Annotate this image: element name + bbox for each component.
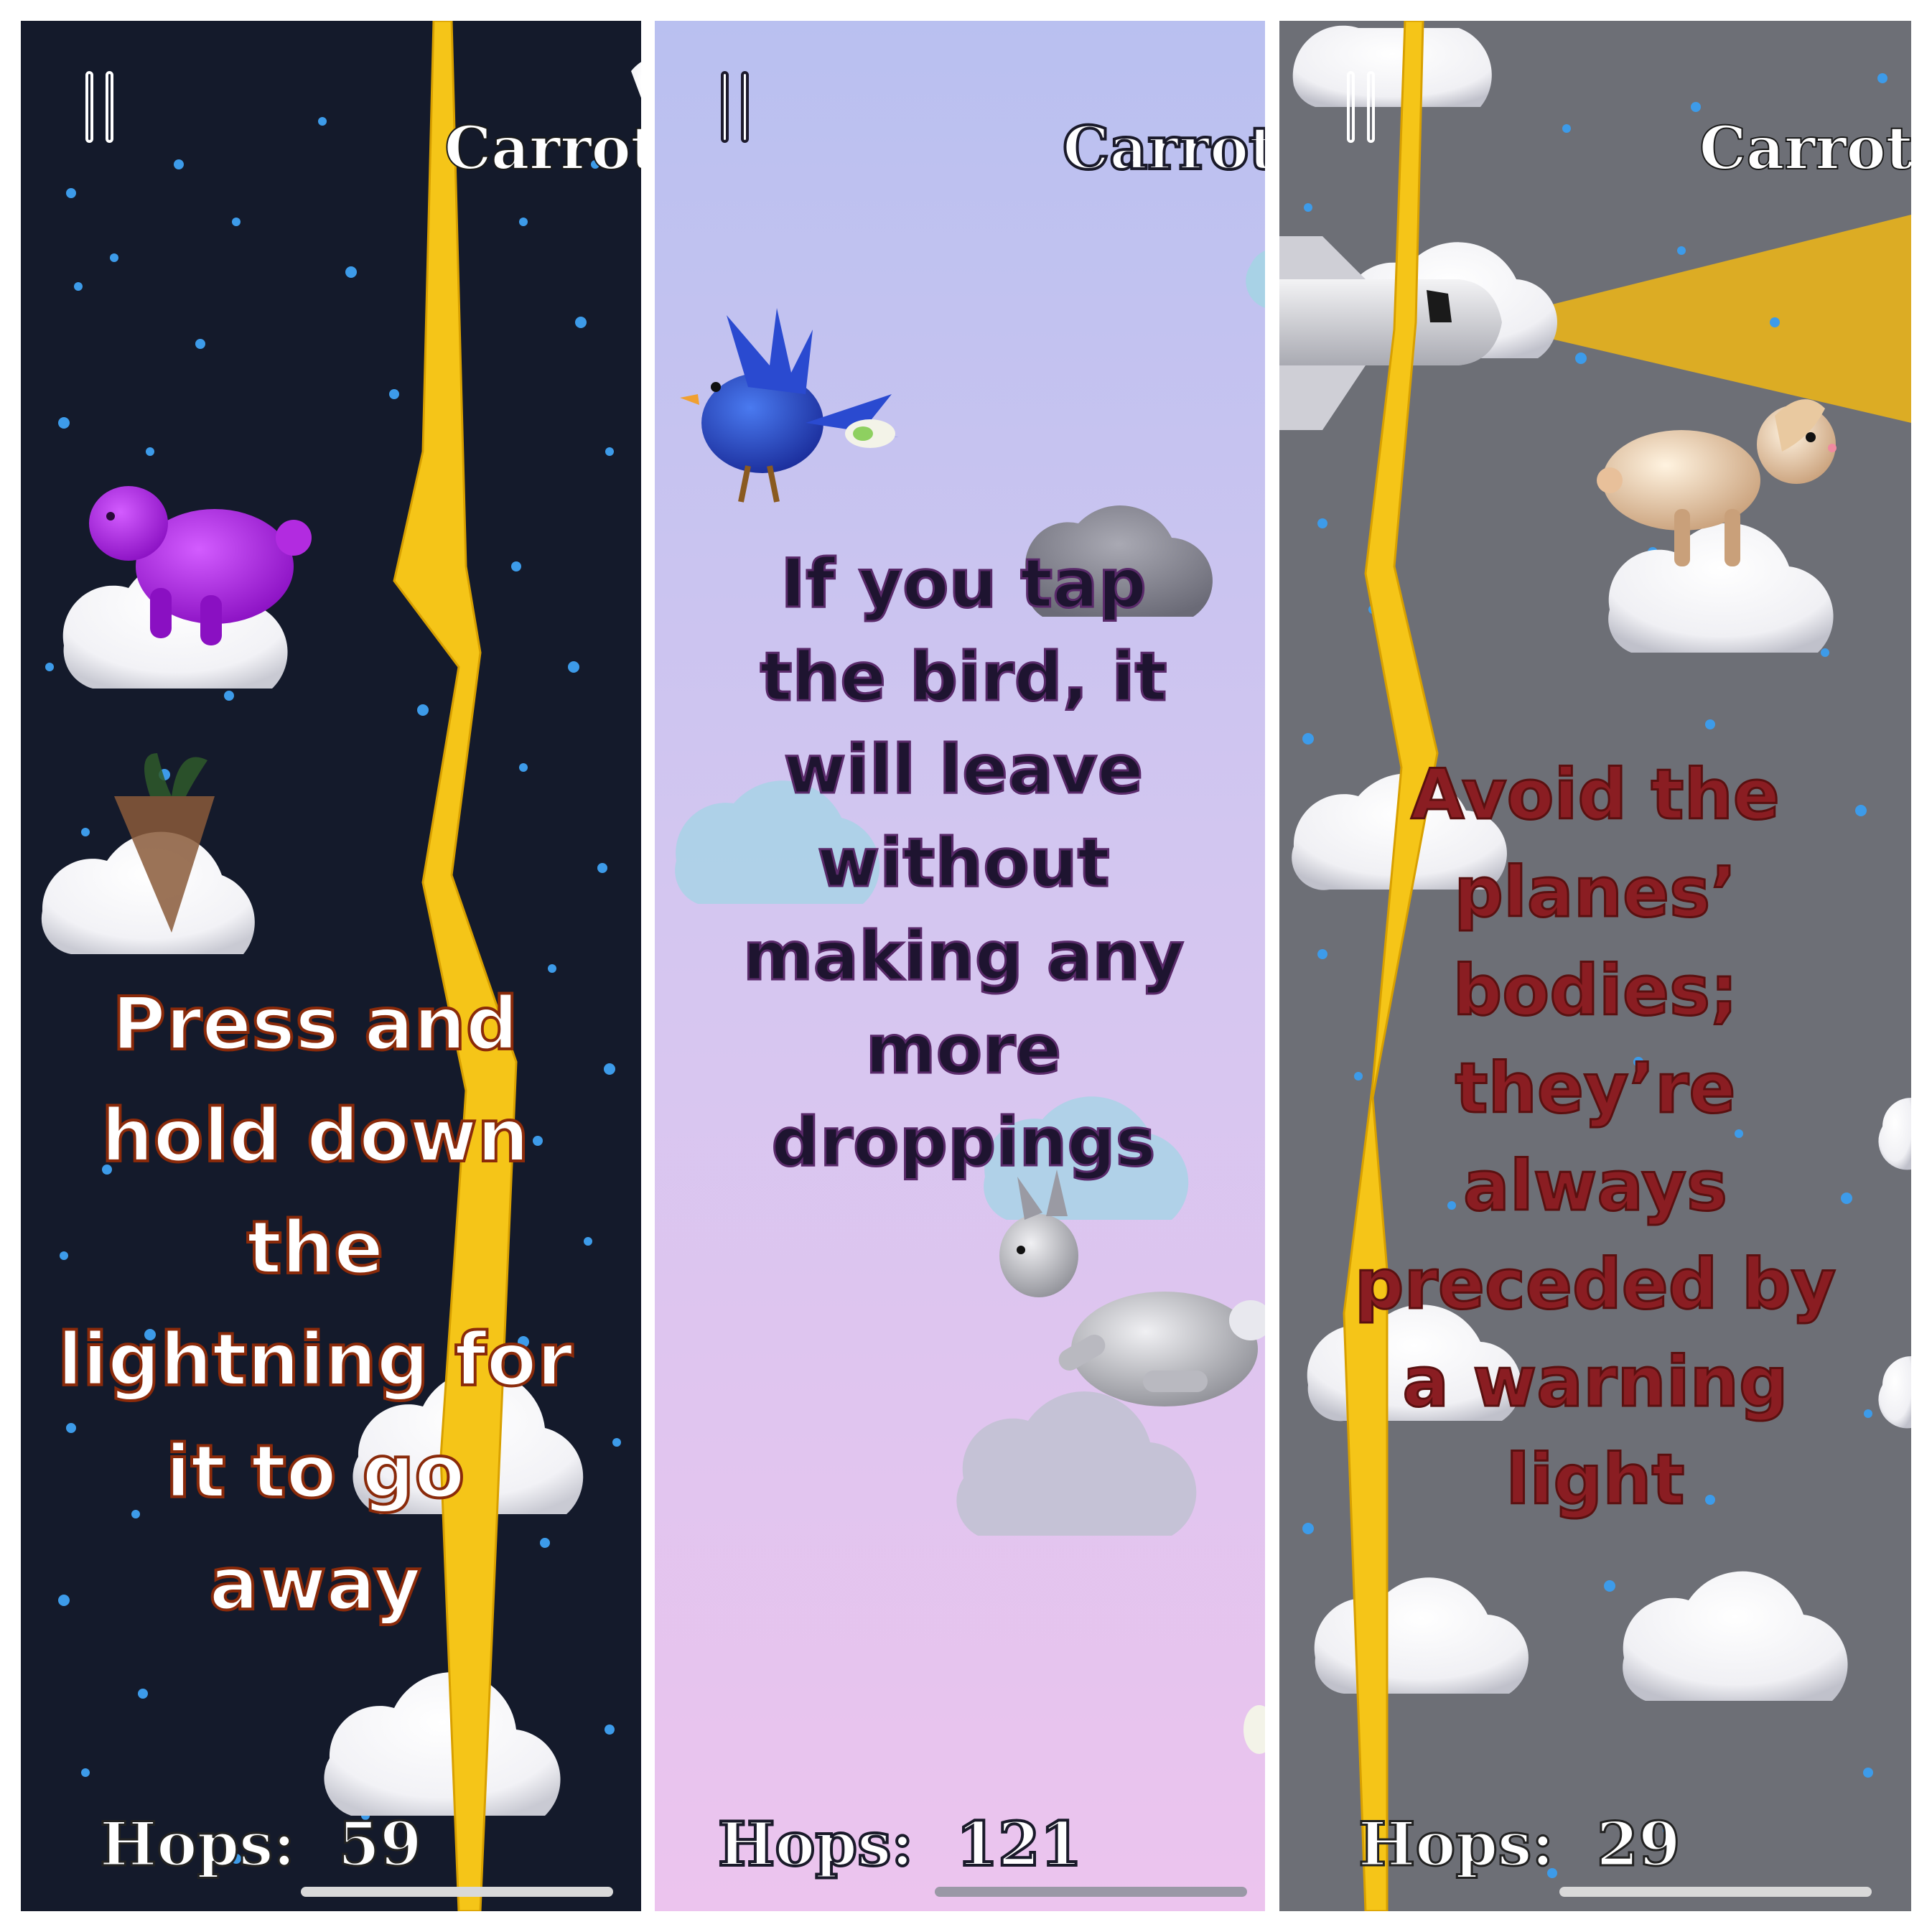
pause-button[interactable] <box>715 71 758 143</box>
tutorial-panel-planes: Carrots Avoid the planes’ bodies; they’r… <box>1279 21 1911 1911</box>
cloud <box>1246 251 1265 308</box>
tutorial-hint-text: Press and hold down the lightning for it… <box>56 980 574 1628</box>
bird[interactable] <box>680 308 899 503</box>
pause-icon <box>721 71 729 143</box>
tutorial-hint-text: Avoid the planes’ bodies; they’re always… <box>1353 754 1837 1521</box>
hops-value: 59 <box>337 1808 423 1881</box>
bird-dropping-center <box>853 426 873 441</box>
hops-label: Hops: <box>1357 1808 1554 1881</box>
hops-value: 29 <box>1595 1808 1681 1881</box>
hops-counter: Hops: 29 <box>1357 1808 1681 1881</box>
cloud <box>956 1391 1197 1536</box>
pause-button[interactable] <box>1341 71 1384 143</box>
hops-label: Hops: <box>717 1807 915 1881</box>
tutorial-hint-text: If you tap the bird, it will leave witho… <box>742 543 1185 1182</box>
bird-dropping <box>1243 1705 1265 1754</box>
pause-icon <box>85 71 93 143</box>
home-indicator[interactable] <box>1559 1887 1872 1897</box>
tutorial-panel-lightning: Carrots Press and hold down the lightnin… <box>21 21 641 1911</box>
hops-counter: Hops: 121 <box>717 1807 1083 1881</box>
hops-counter: Hops: 59 <box>98 1808 423 1881</box>
carrots-counter: Carrots <box>444 113 641 184</box>
hops-label: Hops: <box>98 1808 296 1881</box>
carrots-counter: Carrots <box>1061 113 1265 185</box>
pause-button[interactable] <box>80 71 123 143</box>
carrots-counter: Carrots <box>1699 113 1911 184</box>
home-indicator[interactable] <box>301 1887 613 1897</box>
hops-value: 121 <box>955 1807 1083 1881</box>
home-indicator[interactable] <box>935 1887 1247 1897</box>
pause-icon <box>1347 71 1355 143</box>
tutorial-panel-bird: Carrots If you tap the bird, it will lea… <box>655 21 1265 1911</box>
